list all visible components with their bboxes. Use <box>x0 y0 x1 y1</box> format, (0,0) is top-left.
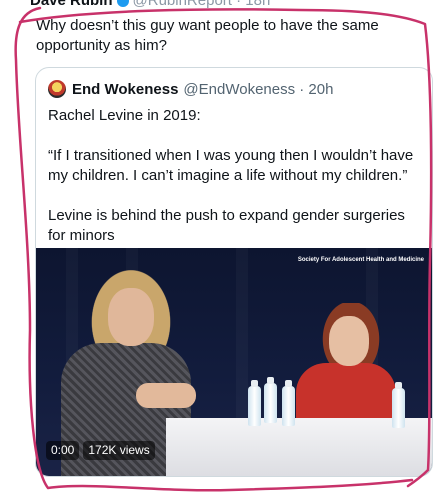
verified-badge-icon <box>116 0 129 8</box>
tweet-text: Why doesn’t this guy want people to have… <box>36 17 379 54</box>
video-stats: 0:00 172K views <box>46 441 155 460</box>
tweet-card: Dave Rubin @RubinReport · 18h Why doesn’t… <box>0 0 441 500</box>
video-player[interactable]: Society For Adolescent Health and Medici… <box>36 248 432 476</box>
water-bottle <box>392 382 405 428</box>
water-bottle <box>248 380 261 426</box>
speaker-left-hands <box>136 383 196 408</box>
water-bottle <box>282 380 295 426</box>
speaker-right-face <box>329 316 369 366</box>
quoted-paragraph: “If I transitioned when I was young then… <box>48 147 414 184</box>
water-bottle <box>264 377 277 423</box>
video-views: 172K views <box>83 441 155 460</box>
video-time: 0:00 <box>46 441 80 460</box>
quoted-author-name[interactable]: End Wokeness <box>72 81 178 98</box>
quoted-tweet[interactable]: End Wokeness @EndWokeness · 20h Rachel L… <box>35 67 433 477</box>
author-name[interactable]: Dave Rubin <box>30 0 113 8</box>
avatar[interactable] <box>48 80 66 98</box>
quoted-tweet-header[interactable]: End Wokeness @EndWokeness · 20h <box>48 79 333 99</box>
author-handle[interactable]: @RubinReport · 18h <box>133 0 271 8</box>
quoted-tweet-text: Rachel Levine in 2019: “If I transitione… <box>48 106 423 266</box>
speaker-right <box>296 363 396 423</box>
speaker-left-face <box>108 288 154 346</box>
tweet-author-row[interactable]: Dave Rubin @RubinReport · 18h <box>30 0 270 8</box>
quoted-paragraph: Levine is behind the push to expand gend… <box>48 207 405 244</box>
quoted-paragraph: Rachel Levine in 2019: <box>48 107 201 124</box>
video-watermark-label: Society For Adolescent Health and Medici… <box>297 257 424 263</box>
quoted-author-handle[interactable]: @EndWokeness · 20h <box>183 81 333 98</box>
